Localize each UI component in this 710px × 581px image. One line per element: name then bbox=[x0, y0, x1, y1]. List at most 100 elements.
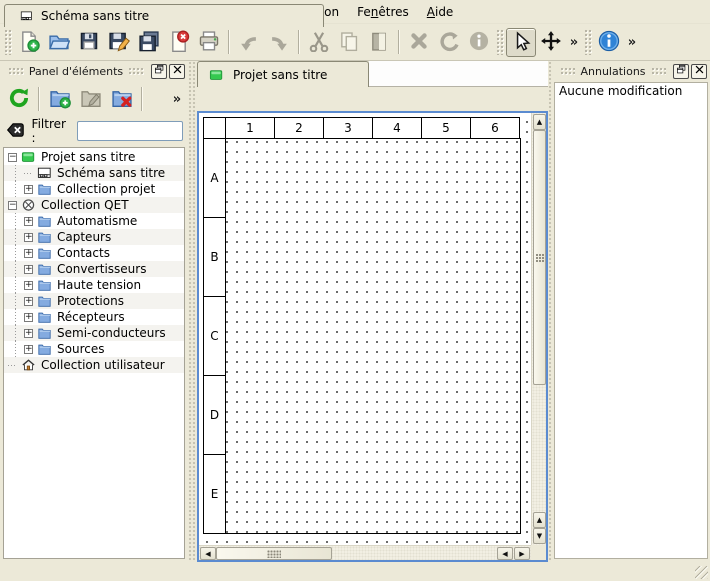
tree-expander[interactable]: − bbox=[8, 201, 17, 210]
tree-item-semi-conducteurs[interactable]: +Semi-conducteurs bbox=[4, 325, 184, 341]
resize-grip[interactable] bbox=[695, 566, 708, 579]
copy-button[interactable] bbox=[334, 28, 364, 57]
tab-schema[interactable]: Schéma sans titre bbox=[4, 4, 324, 27]
rotate-button[interactable] bbox=[434, 28, 464, 57]
delete-button[interactable] bbox=[404, 28, 434, 57]
tree-expander[interactable]: + bbox=[24, 329, 33, 338]
scroll-left-button-2[interactable]: ◀ bbox=[497, 547, 513, 560]
open-document-button[interactable] bbox=[44, 28, 74, 57]
close-document-button[interactable] bbox=[164, 28, 194, 57]
print-button[interactable] bbox=[194, 28, 224, 57]
menu-fenetres[interactable]: Fenêtres bbox=[348, 0, 418, 23]
reload-button[interactable] bbox=[3, 84, 34, 115]
tree-item-haute-tension[interactable]: +Haute tension bbox=[4, 277, 184, 293]
element-info-button[interactable] bbox=[464, 28, 494, 57]
tree-item-collection-qet[interactable]: −Collection QET bbox=[4, 197, 184, 213]
undo-panel-titlebar[interactable]: Annulations bbox=[552, 61, 710, 81]
tree-item-collection-utilisateur[interactable]: Collection utilisateur bbox=[4, 357, 184, 373]
save-all-button[interactable] bbox=[134, 28, 164, 57]
tree-item-capteurs[interactable]: +Capteurs bbox=[4, 229, 184, 245]
filter-row: Filtrer : bbox=[0, 117, 188, 145]
delete-category-button[interactable] bbox=[106, 84, 137, 115]
tree-expander[interactable]: − bbox=[8, 153, 17, 162]
tree-item-schema-sans-titre[interactable]: Schéma sans titre bbox=[4, 165, 184, 181]
scroll-right-button[interactable]: ▶ bbox=[514, 547, 530, 560]
undo-button[interactable] bbox=[234, 28, 264, 57]
redo-button[interactable] bbox=[264, 28, 294, 57]
vertical-scrollbar[interactable]: ▲ ▲ ▼ bbox=[531, 113, 546, 545]
tree-guide bbox=[8, 213, 24, 229]
scroll-up-button[interactable]: ▲ bbox=[533, 114, 546, 130]
elements-panel-titlebar[interactable]: Panel d'éléments bbox=[0, 61, 188, 81]
move-mode-icon bbox=[540, 30, 562, 55]
vertical-scroll-thumb[interactable] bbox=[533, 130, 546, 385]
float-panel-button[interactable] bbox=[673, 64, 689, 79]
tree-item-projet-sans-titre[interactable]: −Projet sans titre bbox=[4, 149, 184, 165]
schema-icon bbox=[19, 10, 34, 22]
toolbar-handle[interactable] bbox=[496, 29, 504, 55]
horizontal-scrollbar[interactable]: ◀ ◀ ▶ bbox=[199, 545, 531, 560]
schema-canvas[interactable]: 123456 ABCDE bbox=[199, 113, 531, 545]
tree-item-protections[interactable]: + Protections bbox=[4, 293, 184, 309]
tree-expander[interactable]: + bbox=[24, 233, 33, 242]
tree-expander[interactable]: + bbox=[24, 313, 33, 322]
clear-filter-button[interactable] bbox=[5, 121, 26, 141]
print-icon bbox=[198, 30, 220, 55]
tree-expander[interactable]: + bbox=[24, 249, 33, 258]
tree-expander[interactable]: + bbox=[24, 281, 33, 290]
tree-item-collection-projet[interactable]: +Collection projet bbox=[4, 181, 184, 197]
toolbar-overflow-button[interactable]: » bbox=[566, 29, 582, 55]
tree-expander[interactable]: + bbox=[24, 185, 33, 194]
tree-item-recepteurs[interactable]: +Récepteurs bbox=[4, 309, 184, 325]
menu-aide[interactable]: Aide bbox=[418, 0, 463, 23]
tree-item-contacts[interactable]: +Contacts bbox=[4, 245, 184, 261]
dock-grip[interactable] bbox=[560, 67, 575, 75]
scroll-down-button[interactable]: ▼ bbox=[533, 528, 546, 544]
undo-list-item[interactable]: Aucune modification bbox=[555, 83, 707, 99]
float-panel-button[interactable] bbox=[151, 64, 167, 79]
tab-bar-empty-area bbox=[369, 61, 548, 87]
tree-expander[interactable]: + bbox=[24, 297, 33, 306]
scroll-left-button[interactable]: ◀ bbox=[200, 547, 216, 560]
toolbar-overflow-button[interactable]: » bbox=[624, 29, 640, 55]
close-panel-button[interactable] bbox=[169, 64, 185, 79]
toolbar-handle[interactable] bbox=[4, 29, 12, 55]
tree-guide bbox=[8, 341, 24, 357]
cut-button[interactable] bbox=[304, 28, 334, 57]
tree-item-label: Protections bbox=[57, 294, 124, 308]
new-category-button[interactable] bbox=[44, 84, 75, 115]
tree-item-automatisme[interactable]: +Automatisme bbox=[4, 213, 184, 229]
tree-item-sources[interactable]: +Sources bbox=[4, 341, 184, 357]
toolbar-handle[interactable] bbox=[584, 29, 592, 55]
application-window: FichierÉditionProjetAffichageConfigurati… bbox=[0, 0, 710, 581]
save-as-button[interactable] bbox=[104, 28, 134, 57]
tree-expander[interactable]: + bbox=[24, 265, 33, 274]
dock-grip[interactable] bbox=[8, 67, 24, 75]
ruler-column-label: 6 bbox=[470, 117, 520, 139]
folder-icon bbox=[37, 246, 52, 260]
tree-item-convertisseurs[interactable]: +Convertisseurs bbox=[4, 261, 184, 277]
about-info-button[interactable] bbox=[594, 28, 624, 57]
tree-expander[interactable]: + bbox=[24, 345, 33, 354]
tab-project[interactable]: Projet sans titre bbox=[197, 61, 369, 87]
dock-grip[interactable] bbox=[651, 67, 666, 75]
scroll-up-button-2[interactable]: ▲ bbox=[533, 512, 546, 528]
filter-input[interactable] bbox=[77, 121, 183, 141]
select-mode-button[interactable] bbox=[506, 28, 536, 57]
home-icon bbox=[21, 358, 36, 372]
save-button[interactable] bbox=[74, 28, 104, 57]
horizontal-scroll-thumb[interactable] bbox=[216, 547, 332, 560]
dock-grip[interactable] bbox=[128, 67, 144, 75]
close-panel-button[interactable] bbox=[691, 64, 707, 79]
toolbar-overflow-button[interactable]: » bbox=[169, 86, 185, 112]
main-toolbar: »» bbox=[0, 24, 710, 61]
move-mode-button[interactable] bbox=[536, 28, 566, 57]
tree-expander[interactable]: + bbox=[24, 217, 33, 226]
schema-drawing-area[interactable] bbox=[225, 138, 521, 534]
folder-icon bbox=[37, 326, 52, 340]
left-splitter[interactable] bbox=[188, 61, 197, 562]
edit-category-button[interactable] bbox=[75, 84, 106, 115]
new-document-button[interactable] bbox=[14, 28, 44, 57]
tree-guide bbox=[8, 165, 24, 181]
paste-button[interactable] bbox=[364, 28, 394, 57]
